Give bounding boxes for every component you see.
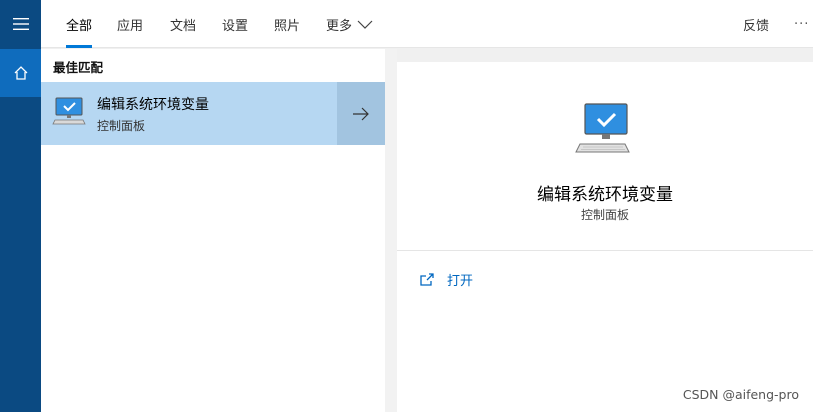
more-options-icon: ··· xyxy=(794,16,810,32)
tab-label: 文档 xyxy=(170,18,197,34)
open-external-icon xyxy=(420,272,434,286)
tab-label: 更多 xyxy=(326,18,353,34)
preview-pane: 编辑系统环境变量 控制面板 打开 xyxy=(397,62,813,412)
divider xyxy=(397,250,813,251)
feedback-button[interactable]: 反馈 xyxy=(743,0,769,48)
active-tab-indicator xyxy=(66,45,93,48)
home-button[interactable] xyxy=(0,49,41,97)
tab-label: 设置 xyxy=(222,18,249,34)
results-pane: 最佳匹配 编辑系统环境变量 控制面板 xyxy=(41,49,385,412)
tab-photos[interactable]: 照片 xyxy=(274,0,300,48)
result-title: 编辑系统环境变量 xyxy=(97,97,209,113)
hamburger-icon xyxy=(12,18,29,30)
monitor-check-icon xyxy=(575,103,630,153)
result-subtitle: 控制面板 xyxy=(97,119,146,133)
home-icon xyxy=(14,66,27,80)
open-action[interactable]: 打开 xyxy=(419,270,473,289)
chevron-down-icon xyxy=(357,20,373,29)
tab-apps[interactable]: 应用 xyxy=(117,0,143,48)
tab-all[interactable]: 全部 xyxy=(66,0,93,48)
expand-details-button[interactable] xyxy=(337,82,385,145)
best-match-result[interactable]: 编辑系统环境变量 控制面板 xyxy=(41,82,385,145)
preview-subtitle: 控制面板 xyxy=(580,208,629,222)
search-scope-tabs: 全部 应用 文档 设置 照片 更多 反馈 ··· xyxy=(41,0,813,48)
tab-more[interactable]: 更多 xyxy=(326,0,373,48)
tab-label: 应用 xyxy=(117,18,144,34)
monitor-check-icon xyxy=(52,97,86,125)
open-action-label: 打开 xyxy=(447,274,474,289)
arrow-right-icon xyxy=(353,107,369,120)
tab-settings[interactable]: 设置 xyxy=(222,0,248,48)
watermark: CSDN @aifeng-pro xyxy=(682,387,799,402)
more-options-button[interactable]: ··· xyxy=(794,0,809,48)
left-rail xyxy=(0,0,41,412)
pane-divider xyxy=(385,49,397,412)
best-match-open-area[interactable]: 编辑系统环境变量 控制面板 xyxy=(41,82,336,145)
tab-label: 照片 xyxy=(274,18,301,34)
tab-label: 全部 xyxy=(66,18,93,34)
preview-title: 编辑系统环境变量 xyxy=(537,185,673,205)
section-title-best-match: 最佳匹配 xyxy=(53,60,104,75)
feedback-label: 反馈 xyxy=(743,18,770,34)
tab-documents[interactable]: 文档 xyxy=(170,0,196,48)
hamburger-menu-button[interactable] xyxy=(0,0,41,48)
